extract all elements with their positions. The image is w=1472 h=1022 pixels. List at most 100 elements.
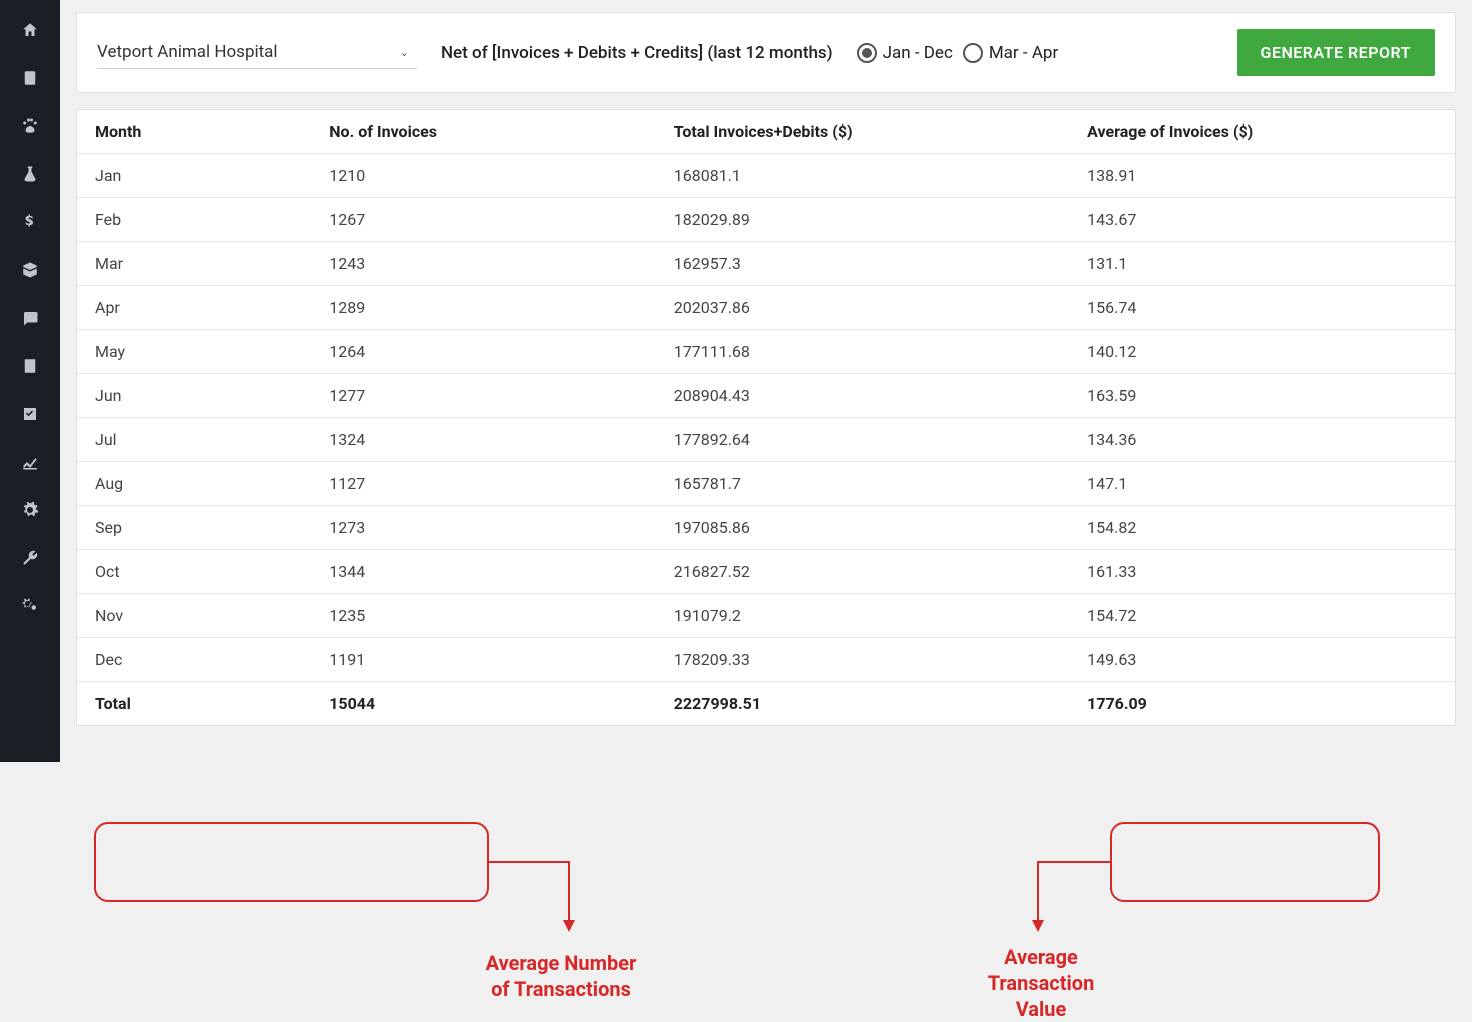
radio-indicator: [857, 43, 877, 63]
table-row: Feb1267182029.89143.67: [77, 198, 1455, 242]
cell-avg: 147.1: [1069, 462, 1455, 506]
radio-label: Mar - Apr: [989, 43, 1058, 63]
paw-icon[interactable]: [20, 116, 40, 136]
cell-month: Oct: [77, 550, 311, 594]
table-total-row: Total150442227998.511776.09: [77, 682, 1455, 726]
report-filter-panel: Vetport Animal Hospital ⌄ Net of [Invoic…: [76, 12, 1456, 93]
radio-jan-dec[interactable]: Jan - Dec: [857, 43, 953, 63]
wrench-icon[interactable]: [20, 548, 40, 568]
cell-invoices: 1243: [311, 242, 656, 286]
cell-avg: 154.72: [1069, 594, 1455, 638]
cell-month: May: [77, 330, 311, 374]
cell-total: 165781.7: [656, 462, 1069, 506]
table-row: Sep1273197085.86154.82: [77, 506, 1455, 550]
cell-avg: 131.1: [1069, 242, 1455, 286]
cell-invoices: 1191: [311, 638, 656, 682]
flask-icon[interactable]: [20, 164, 40, 184]
cell-month: Mar: [77, 242, 311, 286]
cell-month: Nov: [77, 594, 311, 638]
cell-invoices: 1324: [311, 418, 656, 462]
report-table: Month No. of Invoices Total Invoices+Deb…: [77, 110, 1455, 725]
table-row: Jan1210168081.1138.91: [77, 154, 1455, 198]
table-row: Mar1243162957.3131.1: [77, 242, 1455, 286]
box-icon[interactable]: [20, 260, 40, 280]
checkbox-icon[interactable]: [20, 404, 40, 424]
column-average: Average of Invoices ($): [1069, 110, 1455, 154]
arrow-avg-value: [1028, 852, 1118, 942]
cell-month: Jan: [77, 154, 311, 198]
radio-label: Jan - Dec: [883, 43, 953, 63]
cell-month: Aug: [77, 462, 311, 506]
cell-invoices: 1344: [311, 550, 656, 594]
cell-total: 197085.86: [656, 506, 1069, 550]
table-row: May1264177111.68140.12: [77, 330, 1455, 374]
cell-total: 178209.33: [656, 638, 1069, 682]
form-icon[interactable]: [20, 356, 40, 376]
cell-total: 168081.1: [656, 154, 1069, 198]
chat-icon[interactable]: [20, 308, 40, 328]
cell-month: Sep: [77, 506, 311, 550]
cogs-icon[interactable]: [20, 596, 40, 616]
chevron-down-icon: ⌄: [400, 46, 409, 59]
dollar-icon[interactable]: [20, 212, 40, 232]
cell-invoices: 1273: [311, 506, 656, 550]
cell-avg: 138.91: [1069, 154, 1455, 198]
cell-month: Jul: [77, 418, 311, 462]
column-total: Total Invoices+Debits ($): [656, 110, 1069, 154]
cell-month: Jun: [77, 374, 311, 418]
cell-invoices: 1267: [311, 198, 656, 242]
table-header-row: Month No. of Invoices Total Invoices+Deb…: [77, 110, 1455, 154]
main-content: Vetport Animal Hospital ⌄ Net of [Invoic…: [60, 0, 1472, 762]
table-row: Jun1277208904.43163.59: [77, 374, 1455, 418]
gear-icon[interactable]: [20, 500, 40, 520]
cell-avg: 163.59: [1069, 374, 1455, 418]
arrow-transactions: [489, 852, 589, 942]
cell-total: 216827.52: [656, 550, 1069, 594]
cell-month: Dec: [77, 638, 311, 682]
table-row: Oct1344216827.52161.33: [77, 550, 1455, 594]
cell-invoices: 1210: [311, 154, 656, 198]
total-cell-total: 2227998.51: [656, 682, 1069, 726]
total-cell-month: Total: [77, 682, 311, 726]
annotation-text-transactions: Average Number of Transactions: [446, 950, 676, 1002]
report-table-panel: Month No. of Invoices Total Invoices+Deb…: [76, 109, 1456, 726]
cell-avg: 156.74: [1069, 286, 1455, 330]
clipboard-icon[interactable]: [20, 68, 40, 88]
sidebar: [0, 0, 60, 762]
date-range-radio-group: Jan - Dec Mar - Apr: [857, 43, 1059, 63]
cell-avg: 143.67: [1069, 198, 1455, 242]
table-row: Apr1289202037.86156.74: [77, 286, 1455, 330]
column-month: Month: [77, 110, 311, 154]
column-invoices: No. of Invoices: [311, 110, 656, 154]
home-icon[interactable]: [20, 20, 40, 40]
cell-invoices: 1235: [311, 594, 656, 638]
cell-avg: 149.63: [1069, 638, 1455, 682]
chart-line-icon[interactable]: [20, 452, 40, 472]
callout-box-transactions: [94, 822, 489, 902]
cell-avg: 154.82: [1069, 506, 1455, 550]
cell-month: Feb: [77, 198, 311, 242]
cell-invoices: 1264: [311, 330, 656, 374]
hospital-dropdown[interactable]: Vetport Animal Hospital ⌄: [97, 36, 417, 69]
cell-total: 208904.43: [656, 374, 1069, 418]
cell-invoices: 1277: [311, 374, 656, 418]
table-row: Jul1324177892.64134.36: [77, 418, 1455, 462]
total-cell-avg: 1776.09: [1069, 682, 1455, 726]
hospital-dropdown-label: Vetport Animal Hospital: [97, 42, 278, 62]
cell-avg: 140.12: [1069, 330, 1455, 374]
cell-invoices: 1289: [311, 286, 656, 330]
callout-box-avg-value: [1110, 822, 1380, 902]
radio-mar-apr[interactable]: Mar - Apr: [963, 43, 1058, 63]
cell-total: 177111.68: [656, 330, 1069, 374]
cell-invoices: 1127: [311, 462, 656, 506]
cell-total: 162957.3: [656, 242, 1069, 286]
table-row: Nov1235191079.2154.72: [77, 594, 1455, 638]
generate-report-button[interactable]: GENERATE REPORT: [1237, 29, 1435, 76]
filter-description: Net of [Invoices + Debits + Credits] (la…: [441, 43, 833, 63]
cell-total: 177892.64: [656, 418, 1069, 462]
radio-indicator: [963, 43, 983, 63]
total-cell-invoices: 15044: [311, 682, 656, 726]
table-row: Dec1191178209.33149.63: [77, 638, 1455, 682]
table-row: Aug1127165781.7147.1: [77, 462, 1455, 506]
cell-total: 191079.2: [656, 594, 1069, 638]
